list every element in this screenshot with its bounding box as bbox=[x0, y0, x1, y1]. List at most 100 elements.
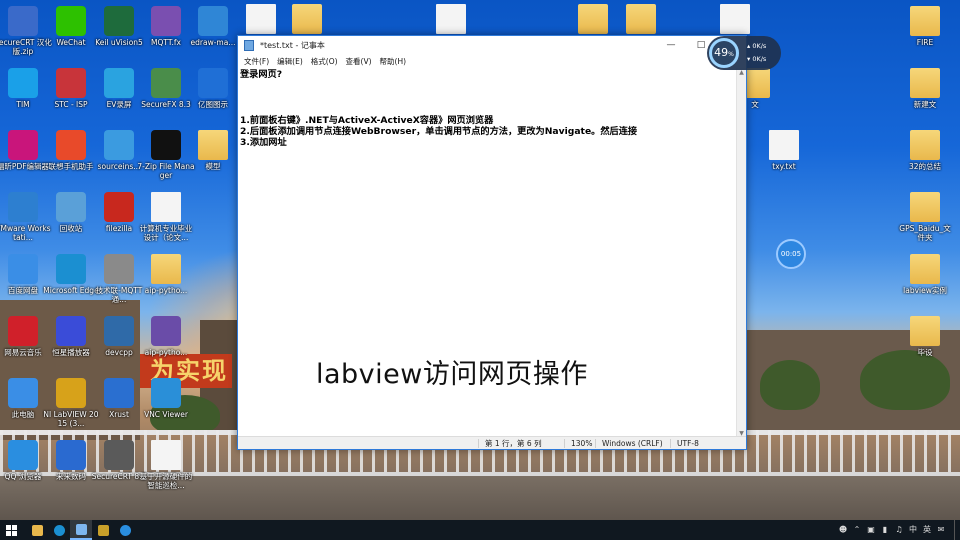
text-editor[interactable]: 登录网页? 1.前面板右键》.NET与ActiveX-ActiveX容器》网页浏… bbox=[238, 68, 737, 438]
menu-file[interactable]: 文件(F) bbox=[240, 56, 273, 67]
notepad-window[interactable]: *test.txt - 记事本 — □ ✕ 文件(F) 编辑(E) 格式(O) … bbox=[237, 35, 747, 450]
shortcut-label: 基于开源硬件的智能巡检... bbox=[139, 472, 193, 490]
desktop-shortcut-yitu[interactable]: 亿图图示 bbox=[184, 68, 242, 109]
text-file-icon bbox=[769, 130, 799, 160]
usage-percent: 49 bbox=[714, 46, 729, 59]
folder-icon bbox=[626, 4, 656, 34]
shortcut-label: 毕设 bbox=[917, 348, 933, 357]
folder-icon bbox=[910, 68, 940, 98]
labview-icon bbox=[56, 378, 86, 408]
baidu-netdisk-icon bbox=[8, 254, 38, 284]
securecrt-icon bbox=[104, 440, 134, 470]
notepad-icon bbox=[75, 523, 87, 535]
shortcut-label: FIRE bbox=[916, 38, 934, 47]
edge-icon bbox=[56, 254, 86, 284]
desktop-shortcut-fire[interactable]: FIRE bbox=[896, 6, 954, 47]
editor-line: 2.后面板添加调用节点连接WebBrowser，单击调用节点的方法，更改为Nav… bbox=[240, 125, 638, 137]
battery-icon[interactable]: ▮ bbox=[878, 520, 892, 540]
folder-icon bbox=[910, 254, 940, 284]
this-pc-icon bbox=[8, 378, 38, 408]
desktop-shortcut-aip-python-zip[interactable]: aip-pytho... bbox=[137, 316, 195, 357]
desktop-shortcut-vnc-viewer[interactable]: VNC Viewer bbox=[137, 378, 195, 419]
minimize-button[interactable]: — bbox=[656, 36, 686, 54]
start-button[interactable] bbox=[0, 520, 22, 540]
upload-rate: ▴ 0K/s bbox=[747, 42, 766, 50]
winrar-archive-icon bbox=[8, 6, 38, 36]
desktop-shortcut-folder-top-2[interactable] bbox=[278, 4, 336, 36]
notification-icon[interactable]: ✉ bbox=[934, 520, 948, 540]
charset: UTF-8 bbox=[670, 439, 699, 448]
menu-edit[interactable]: 编辑(E) bbox=[273, 56, 307, 67]
usage-percent-unit: % bbox=[728, 51, 734, 58]
wechat-icon bbox=[56, 6, 86, 36]
wallpaper-tree bbox=[760, 360, 820, 410]
shortcut-label: GPS_Baidu_文件夹 bbox=[899, 224, 951, 242]
desktop-shortcut-summary[interactable]: 32的总结 bbox=[896, 130, 954, 171]
desktop-shortcut-folder-model[interactable]: 模型 bbox=[184, 130, 242, 171]
mqttfx-icon bbox=[151, 6, 181, 36]
desktop-shortcut-image-top-3[interactable] bbox=[422, 4, 480, 36]
folder-icon bbox=[910, 130, 940, 160]
shortcut-label: edraw-ma... bbox=[190, 38, 236, 47]
network-icon[interactable]: ▣ bbox=[864, 520, 878, 540]
labview-icon bbox=[97, 524, 109, 536]
edraw-icon bbox=[198, 6, 228, 36]
folder-icon bbox=[151, 254, 181, 284]
taskbar-file-explorer[interactable] bbox=[26, 520, 48, 540]
menu-view[interactable]: 查看(V) bbox=[342, 56, 376, 67]
title-bar[interactable]: *test.txt - 记事本 — □ ✕ bbox=[238, 36, 746, 54]
vertical-scrollbar[interactable]: ▲ ▼ bbox=[736, 68, 746, 438]
shortcut-label: 亿图图示 bbox=[198, 100, 228, 109]
taskbar-qq-browser[interactable] bbox=[114, 520, 136, 540]
person-icon[interactable]: ☻ bbox=[836, 520, 850, 540]
desktop-shortcut-folder-top-5[interactable] bbox=[612, 4, 670, 36]
menu-bar: 文件(F) 编辑(E) 格式(O) 查看(V) 帮助(H) bbox=[238, 54, 746, 68]
qq-browser-icon bbox=[8, 440, 38, 470]
desktop-shortcut-txy[interactable]: txy.txt bbox=[755, 130, 813, 171]
download-arrow-icon: ▾ bbox=[747, 55, 751, 63]
7zip-icon bbox=[151, 130, 181, 160]
desktop-shortcut-labview-demo[interactable]: labview实例 bbox=[896, 254, 954, 295]
ime-indicator[interactable]: 中 bbox=[906, 520, 920, 540]
tools-icon bbox=[104, 254, 134, 284]
yitu-icon bbox=[198, 68, 228, 98]
desktop-shortcut-bisai[interactable]: 毕设 bbox=[896, 316, 954, 357]
editor-line: 登录网页? bbox=[240, 69, 283, 80]
cursor-position: 第 1 行，第 6 列 bbox=[478, 439, 542, 448]
status-bar: 第 1 行，第 6 列 130% Windows (CRLF) UTF-8 bbox=[238, 436, 746, 449]
shortcut-label: aip-pytho... bbox=[144, 286, 188, 295]
show-desktop-button[interactable] bbox=[954, 520, 960, 540]
desktop-shortcut-gps[interactable]: GPS_Baidu_文件夹 bbox=[896, 192, 954, 242]
chevron-up-icon[interactable]: ⌃ bbox=[850, 520, 864, 540]
globe-icon bbox=[56, 440, 86, 470]
notepad-icon bbox=[244, 39, 254, 51]
menu-help[interactable]: 帮助(H) bbox=[376, 56, 411, 67]
vnc-icon bbox=[151, 378, 181, 408]
desktop-shortcut-doc-graduation[interactable]: 计算机专业毕业设计（论文... bbox=[137, 192, 195, 242]
desktop-shortcut-aip-python[interactable]: aip-pytho... bbox=[137, 254, 195, 295]
keil-icon bbox=[104, 6, 134, 36]
netease-music-icon bbox=[8, 316, 38, 346]
shortcut-label: 计算机专业毕业设计（论文... bbox=[139, 224, 193, 242]
video-player-icon bbox=[56, 316, 86, 346]
filezilla-icon bbox=[104, 192, 134, 222]
taskbar-edge[interactable] bbox=[48, 520, 70, 540]
desktop-shortcut-doc-fpga[interactable]: 基于开源硬件的智能巡检... bbox=[137, 440, 195, 490]
volume-icon[interactable]: ♫ bbox=[892, 520, 906, 540]
keyboard-layout[interactable]: 英 bbox=[920, 520, 934, 540]
desktop-shortcut-new-folder[interactable]: 新建文 bbox=[896, 68, 954, 109]
menu-format[interactable]: 格式(O) bbox=[307, 56, 342, 67]
taskbar-notepad[interactable] bbox=[70, 520, 92, 540]
taskbar-labview[interactable] bbox=[92, 520, 114, 540]
desktop-shortcut-doc-top-6[interactable] bbox=[706, 4, 764, 36]
recording-timer[interactable]: 00:05 bbox=[776, 239, 806, 269]
vmware-icon bbox=[8, 192, 38, 222]
video-caption: labview访问网页操作 bbox=[316, 359, 588, 390]
network-monitor-widget[interactable]: 49% ▴ 0K/s ▾ 0K/s bbox=[707, 36, 781, 70]
pdf-icon bbox=[8, 130, 38, 160]
phone-assistant-icon bbox=[56, 130, 86, 160]
winrar-archive-icon bbox=[151, 316, 181, 346]
securefx-icon bbox=[151, 68, 181, 98]
